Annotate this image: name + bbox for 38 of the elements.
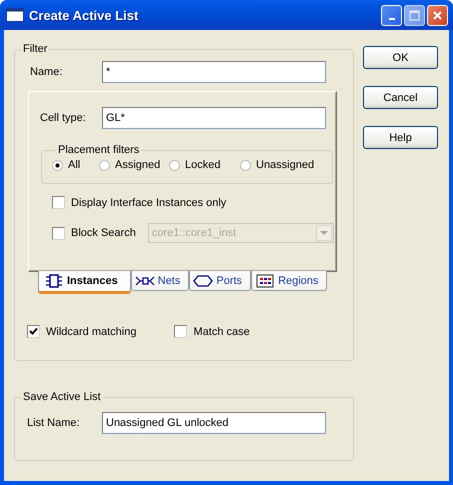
checkbox[interactable]: Block Search	[52, 226, 136, 240]
group-title: Placement filters	[57, 144, 140, 156]
window-title: Create Active List	[29, 8, 140, 22]
tab[interactable]: Regions	[251, 271, 328, 291]
check-icon	[29, 327, 38, 336]
minimize-icon	[388, 18, 394, 20]
radio-button[interactable]: Assigned	[99, 159, 169, 171]
list-name-field[interactable]: Unassigned GL unlocked	[102, 412, 326, 434]
dialog-button[interactable]: Cancel	[363, 86, 438, 109]
tab[interactable]: Nets	[130, 271, 190, 291]
radio-button[interactable]: Unassigned	[240, 159, 320, 171]
dialog-button[interactable]: Help	[363, 126, 438, 149]
close-button[interactable]	[427, 4, 448, 26]
tab[interactable]: Instances	[38, 271, 131, 294]
chip-icon	[44, 274, 64, 288]
checkbox[interactable]: Match case	[174, 325, 250, 338]
cell-type-field[interactable]: GL*	[102, 107, 326, 129]
dialog-button[interactable]: OK	[363, 46, 438, 69]
net-icon	[134, 274, 155, 288]
group-title: Save Active List	[22, 391, 102, 403]
caret-icon	[320, 230, 328, 236]
port-icon	[193, 274, 214, 288]
checkbox[interactable]: Wildcard matching	[27, 325, 136, 338]
field-label: Name:	[30, 66, 64, 78]
radio-button[interactable]: Locked	[169, 159, 240, 171]
tab[interactable]: Ports	[189, 271, 252, 291]
field-label: List Name:	[27, 417, 81, 429]
field-label: Cell type:	[40, 112, 87, 124]
minimize-button[interactable]	[381, 4, 402, 26]
name-field[interactable]: *	[102, 61, 326, 83]
grid-icon	[255, 274, 276, 288]
maximize-icon	[409, 10, 420, 20]
checkbox[interactable]: Display Interface Instances only	[52, 196, 226, 209]
window-icon	[6, 8, 24, 22]
radio-button[interactable]: All	[52, 159, 99, 171]
maximize-button[interactable]	[404, 4, 425, 26]
group-title: Filter	[22, 43, 48, 55]
close-icon	[432, 10, 443, 20]
